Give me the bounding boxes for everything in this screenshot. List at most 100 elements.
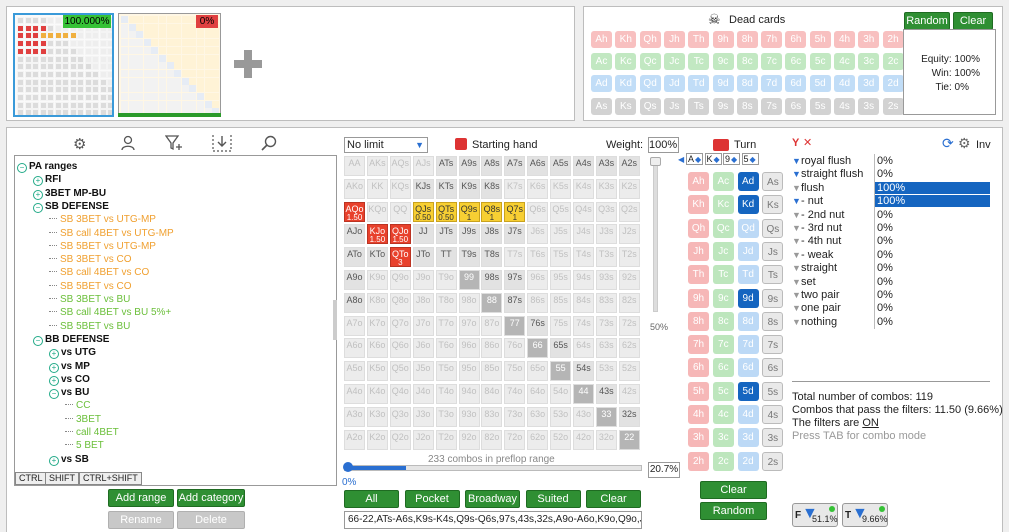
hand-cell[interactable]: T7s bbox=[504, 247, 526, 268]
hand-cell[interactable]: 74o bbox=[504, 384, 526, 404]
hand-cell[interactable]: 96s bbox=[527, 270, 549, 290]
hand-cell[interactable]: 63s bbox=[595, 338, 617, 359]
tree-node[interactable]: SB 5BET vs CO bbox=[49, 281, 132, 294]
hand-cell[interactable]: 84s bbox=[573, 292, 594, 313]
turn-card[interactable]: 4s bbox=[762, 405, 784, 424]
turn-card[interactable]: Jd bbox=[737, 241, 759, 261]
board-arrow-icon[interactable]: ◀ bbox=[678, 155, 684, 164]
tree-node[interactable]: − PA ranges bbox=[17, 161, 77, 174]
funnel-icon[interactable]: ▼ bbox=[792, 182, 801, 194]
hand-cell[interactable]: K5s bbox=[550, 178, 572, 199]
turn-card[interactable]: Tc bbox=[712, 265, 734, 285]
turn-card[interactable]: Td bbox=[737, 265, 759, 285]
collapse-icon[interactable]: − bbox=[33, 335, 43, 346]
dead-card[interactable]: 8h bbox=[736, 31, 758, 48]
hand-cell[interactable]: 77 bbox=[504, 315, 526, 336]
search-icon[interactable] bbox=[261, 135, 277, 155]
hand-cell[interactable]: J3s bbox=[595, 224, 617, 245]
turn-card[interactable]: Ac bbox=[712, 172, 734, 191]
filter-row[interactable]: ▼straight flush bbox=[792, 168, 863, 180]
turn-card[interactable]: Ad bbox=[737, 172, 759, 191]
hand-cell[interactable]: 75o bbox=[504, 361, 526, 382]
dead-card[interactable]: 2s bbox=[882, 97, 904, 115]
dead-card[interactable]: As bbox=[591, 97, 612, 115]
turn-card[interactable]: 9h bbox=[688, 288, 709, 308]
hand-cell[interactable]: J8o bbox=[412, 292, 434, 313]
hand-cell[interactable]: QJs 0.50 bbox=[412, 201, 434, 222]
dead-card[interactable]: 9d bbox=[712, 75, 734, 93]
filters-state-on[interactable]: ON bbox=[862, 417, 879, 429]
dead-card[interactable]: Jc bbox=[663, 53, 685, 71]
turn-card[interactable]: 6c bbox=[712, 358, 734, 378]
hand-cell[interactable]: K3o bbox=[366, 406, 388, 427]
hand-cell[interactable]: K8o bbox=[366, 292, 388, 313]
hand-cell[interactable]: T8s bbox=[481, 247, 503, 268]
inv-label[interactable]: Inv bbox=[976, 139, 991, 151]
dead-card[interactable]: Kh bbox=[615, 31, 637, 48]
hand-cell[interactable]: A2o bbox=[344, 429, 365, 450]
tree-node[interactable]: 5 BET bbox=[65, 440, 104, 453]
turn-card[interactable]: Jc bbox=[712, 241, 734, 261]
turn-card[interactable]: 9c bbox=[712, 288, 734, 308]
hand-cell[interactable]: 42s bbox=[618, 384, 640, 404]
turn-card[interactable]: Kd bbox=[737, 195, 759, 215]
hand-cell[interactable]: QJo 1.50 bbox=[389, 224, 411, 245]
hand-cell[interactable]: 33 bbox=[595, 406, 617, 427]
hand-cell[interactable]: Q6o bbox=[389, 338, 411, 359]
turn-card[interactable]: Ks bbox=[762, 195, 784, 215]
hand-cell[interactable]: 54o bbox=[550, 384, 572, 404]
hand-cell[interactable]: T2s bbox=[618, 247, 640, 268]
hand-cell[interactable]: T6s bbox=[527, 247, 549, 268]
hand-cell[interactable]: J4s bbox=[573, 224, 594, 245]
hand-cell[interactable]: 73s bbox=[595, 315, 617, 336]
tree-node[interactable]: 3BET bbox=[65, 414, 101, 427]
dead-card[interactable]: 4s bbox=[834, 97, 855, 115]
funnel-icon[interactable]: ▼ bbox=[792, 195, 801, 207]
hand-cell[interactable]: 95s bbox=[550, 270, 572, 290]
tree-node[interactable]: SB call 4BET vs BU 5%+ bbox=[49, 307, 171, 320]
tree-node[interactable]: + vs SB bbox=[49, 454, 89, 467]
all-button[interactable]: All bbox=[344, 490, 399, 508]
hand-cell[interactable]: J7o bbox=[412, 315, 434, 336]
hand-cell[interactable]: 87s bbox=[504, 292, 526, 313]
hand-cell[interactable]: KTs bbox=[435, 178, 457, 199]
hand-cell[interactable]: Q4s bbox=[573, 201, 594, 222]
dead-card[interactable]: Ac bbox=[591, 53, 612, 71]
turn-card[interactable]: 6s bbox=[762, 358, 784, 378]
hand-cell[interactable]: Q3s bbox=[595, 201, 617, 222]
hand-cell[interactable]: 55 bbox=[550, 361, 572, 382]
hand-cell[interactable]: QQ bbox=[389, 201, 411, 222]
hand-cell[interactable]: 76s bbox=[527, 315, 549, 336]
hand-cell[interactable]: 82o bbox=[481, 429, 503, 450]
collapse-icon[interactable]: − bbox=[17, 163, 27, 173]
dead-card[interactable]: 5c bbox=[809, 53, 831, 71]
hand-cell[interactable]: 63o bbox=[527, 406, 549, 427]
turn-card[interactable]: 3h bbox=[688, 428, 709, 448]
add-range-plus-icon[interactable] bbox=[234, 50, 262, 78]
broadway-button[interactable]: Broadway bbox=[465, 490, 520, 508]
dead-clear-button[interactable]: Clear bbox=[953, 12, 993, 30]
hand-cell[interactable]: K6o bbox=[366, 338, 388, 359]
hand-cell[interactable]: 52o bbox=[550, 429, 572, 450]
hand-cell[interactable]: J8s bbox=[481, 224, 503, 245]
hand-cell[interactable]: J9o bbox=[412, 270, 434, 290]
hand-cell[interactable]: Q5o bbox=[389, 361, 411, 382]
add-range-button[interactable]: Add range bbox=[108, 489, 174, 507]
hand-cell[interactable]: Q9o bbox=[389, 270, 411, 290]
hand-cell[interactable]: 97o bbox=[458, 315, 480, 336]
hand-cell[interactable]: 93o bbox=[458, 406, 480, 427]
weight-input[interactable]: 100% bbox=[648, 137, 679, 153]
dead-card[interactable]: 2h bbox=[882, 31, 904, 48]
turn-card[interactable]: Jh bbox=[688, 241, 709, 261]
funnel-icon[interactable]: ▼ bbox=[792, 222, 801, 234]
hand-cell[interactable]: AKo bbox=[344, 178, 365, 199]
hand-cell[interactable]: Q7s 1 bbox=[504, 201, 526, 222]
hand-cell[interactable]: 92o bbox=[458, 429, 480, 450]
turn-random-button[interactable]: Random bbox=[700, 502, 767, 520]
dead-card[interactable]: 9s bbox=[712, 97, 734, 115]
dead-card[interactable]: Td bbox=[688, 75, 710, 93]
range-thumb-1[interactable] bbox=[13, 13, 114, 117]
tree-node[interactable]: SB call 4BET vs CO bbox=[49, 267, 149, 280]
expand-icon[interactable]: + bbox=[49, 349, 59, 360]
hand-cell[interactable]: 43o bbox=[573, 406, 594, 427]
